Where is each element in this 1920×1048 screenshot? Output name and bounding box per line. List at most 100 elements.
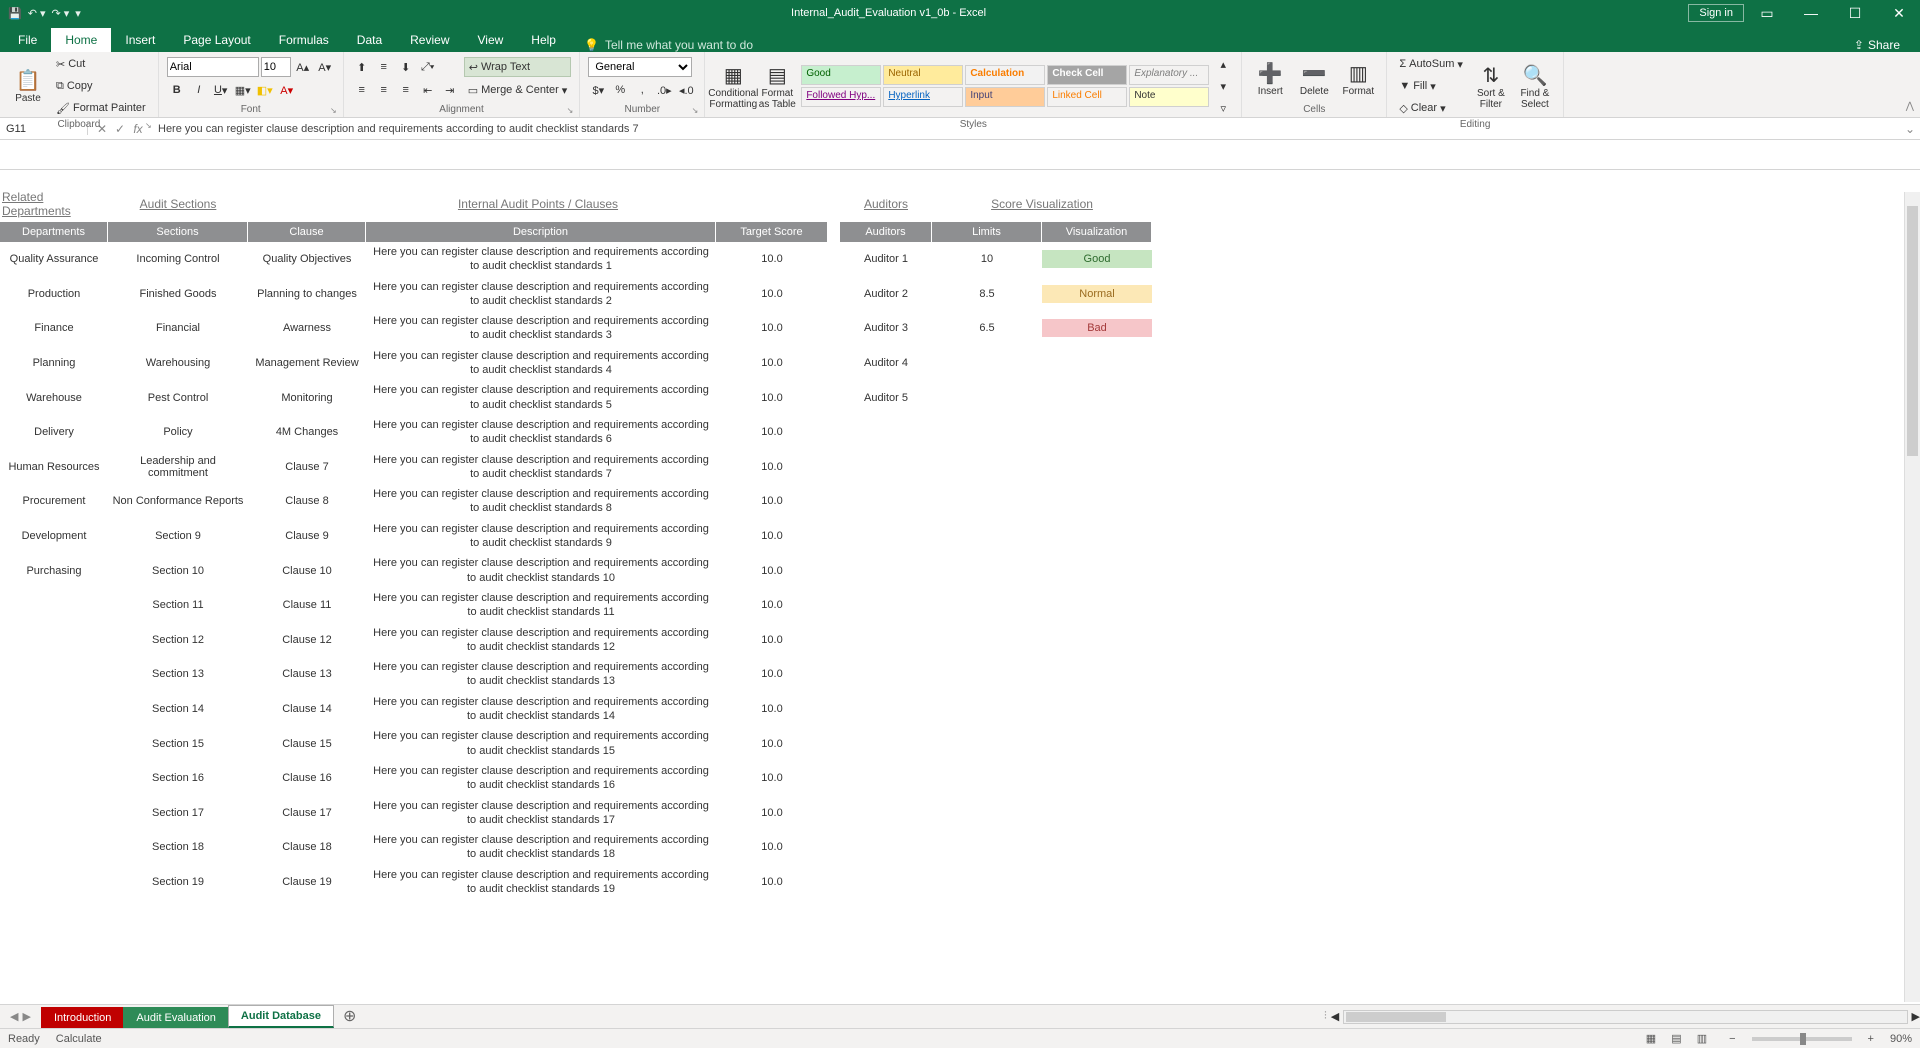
cell-auditor[interactable]: Auditor 3 <box>840 319 932 337</box>
cell-auditor[interactable] <box>840 741 932 747</box>
cell-visualization[interactable]: Good <box>1042 250 1152 268</box>
cell-clause[interactable]: Clause 9 <box>248 527 366 545</box>
cell-department[interactable]: Finance <box>0 319 108 337</box>
cell-limits[interactable] <box>932 498 1042 504</box>
cell-auditor[interactable] <box>840 464 932 470</box>
horizontal-scroll-thumb[interactable] <box>1346 1012 1446 1022</box>
cell-visualization[interactable] <box>1042 464 1152 470</box>
cell-description[interactable]: Here you can register clause description… <box>366 796 716 831</box>
cell-section[interactable]: Section 19 <box>108 873 248 891</box>
cell-visualization[interactable] <box>1042 395 1152 401</box>
ribbon-display-icon[interactable]: ▭ <box>1746 5 1788 22</box>
zoom-in-icon[interactable]: + <box>1868 1033 1874 1045</box>
cell-auditor[interactable] <box>840 706 932 712</box>
cell-description[interactable]: Here you can register clause description… <box>366 311 716 346</box>
cell-department[interactable]: Planning <box>0 354 108 372</box>
cell-section[interactable]: Leadership and commitment <box>108 452 248 482</box>
delete-cells-button[interactable]: ➖Delete <box>1294 55 1334 103</box>
cell-limits[interactable] <box>932 395 1042 401</box>
style-good[interactable]: Good <box>801 65 881 85</box>
style-check-cell[interactable]: Check Cell <box>1047 65 1127 85</box>
cell-clause[interactable]: Clause 7 <box>248 458 366 476</box>
style-input[interactable]: Input <box>965 87 1045 107</box>
align-center-icon[interactable]: ≡ <box>374 80 394 100</box>
align-middle-icon[interactable]: ≡ <box>374 57 394 77</box>
cell-description[interactable]: Here you can register clause description… <box>366 380 716 415</box>
decrease-indent-icon[interactable]: ⇤ <box>418 80 438 100</box>
cell-section[interactable]: Non Conformance Reports <box>108 492 248 510</box>
table-row[interactable]: ProcurementNon Conformance ReportsClause… <box>0 484 1920 519</box>
cell-clause[interactable]: Clause 12 <box>248 631 366 649</box>
cell-auditor[interactable]: Auditor 2 <box>840 285 932 303</box>
cell-visualization[interactable] <box>1042 533 1152 539</box>
cell-auditor[interactable] <box>840 602 932 608</box>
cell-limits[interactable] <box>932 602 1042 608</box>
cell-visualization[interactable] <box>1042 568 1152 574</box>
horizontal-scrollbar[interactable] <box>1343 1010 1907 1024</box>
cell-department[interactable] <box>0 879 108 885</box>
style-calculation[interactable]: Calculation <box>965 65 1045 85</box>
cell-limits[interactable] <box>932 775 1042 781</box>
cell-visualization[interactable] <box>1042 429 1152 435</box>
cell-department[interactable] <box>0 775 108 781</box>
cell-description[interactable]: Here you can register clause description… <box>366 484 716 519</box>
table-row[interactable]: Section 16Clause 16Here you can register… <box>0 761 1920 796</box>
cell-target-score[interactable]: 10.0 <box>716 631 828 649</box>
conditional-formatting-button[interactable]: ▦Conditional Formatting <box>713 62 753 110</box>
cell-target-score[interactable]: 10.0 <box>716 735 828 753</box>
cell-auditor[interactable] <box>840 671 932 677</box>
style-followed-hyperlink[interactable]: Followed Hyp... <box>801 87 881 107</box>
cell-visualization[interactable] <box>1042 775 1152 781</box>
hscroll-left-icon[interactable]: ◀ <box>1331 1010 1339 1023</box>
hscroll-right-icon[interactable]: ▶ <box>1912 1010 1920 1023</box>
cell-limits[interactable] <box>932 637 1042 643</box>
qat-customize-icon[interactable]: ▾ <box>75 7 81 20</box>
cell-limits[interactable]: 10 <box>932 250 1042 268</box>
cell-department[interactable]: Warehouse <box>0 389 108 407</box>
save-icon[interactable]: 💾 <box>8 7 22 20</box>
cell-target-score[interactable]: 10.0 <box>716 804 828 822</box>
cell-limits[interactable] <box>932 741 1042 747</box>
cell-department[interactable]: Development <box>0 527 108 545</box>
cut-button[interactable]: ✂Cut <box>52 54 150 74</box>
sheet-nav-next-icon[interactable]: ▶ <box>22 1010 30 1023</box>
copy-button[interactable]: ⧉Copy <box>52 76 150 96</box>
number-format-select[interactable]: General <box>588 57 692 77</box>
cell-target-score[interactable]: 10.0 <box>716 562 828 580</box>
cell-visualization[interactable]: Normal <box>1042 285 1152 303</box>
paste-button[interactable]: 📋Paste <box>8 62 48 110</box>
tab-page-layout[interactable]: Page Layout <box>169 28 264 52</box>
table-row[interactable]: Section 17Clause 17Here you can register… <box>0 796 1920 831</box>
increase-decimal-icon[interactable]: .0▸ <box>654 80 674 100</box>
font-name-input[interactable] <box>167 57 259 77</box>
cell-visualization[interactable] <box>1042 602 1152 608</box>
cell-description[interactable]: Here you can register clause description… <box>366 588 716 623</box>
cell-description[interactable]: Here you can register clause description… <box>366 242 716 277</box>
cell-limits[interactable] <box>932 879 1042 885</box>
cell-section[interactable]: Finished Goods <box>108 285 248 303</box>
align-left-icon[interactable]: ≡ <box>352 80 372 100</box>
increase-indent-icon[interactable]: ⇥ <box>440 80 460 100</box>
cell-limits[interactable] <box>932 429 1042 435</box>
cell-auditor[interactable] <box>840 637 932 643</box>
cell-limits[interactable] <box>932 360 1042 366</box>
tell-me[interactable]: 💡Tell me what you want to do <box>570 38 767 52</box>
cell-visualization[interactable] <box>1042 810 1152 816</box>
cell-department[interactable]: Production <box>0 285 108 303</box>
cell-department[interactable]: Purchasing <box>0 562 108 580</box>
sheet-tab-audit-database[interactable]: Audit Database <box>228 1005 334 1028</box>
table-row[interactable]: PlanningWarehousingManagement ReviewHere… <box>0 346 1920 381</box>
cell-auditor[interactable] <box>840 498 932 504</box>
cell-target-score[interactable]: 10.0 <box>716 354 828 372</box>
format-as-table-button[interactable]: ▤Format as Table <box>757 62 797 110</box>
style-linked-cell[interactable]: Linked Cell <box>1047 87 1127 107</box>
cell-section[interactable]: Section 18 <box>108 838 248 856</box>
sheet-tab-introduction[interactable]: Introduction <box>41 1007 124 1028</box>
font-expander-icon[interactable]: ↘ <box>330 106 337 115</box>
cell-department[interactable] <box>0 706 108 712</box>
bold-button[interactable]: B <box>167 80 187 100</box>
cell-section[interactable]: Section 17 <box>108 804 248 822</box>
cell-auditor[interactable]: Auditor 5 <box>840 389 932 407</box>
cell-visualization[interactable] <box>1042 741 1152 747</box>
alignment-expander-icon[interactable]: ↘ <box>567 106 574 115</box>
